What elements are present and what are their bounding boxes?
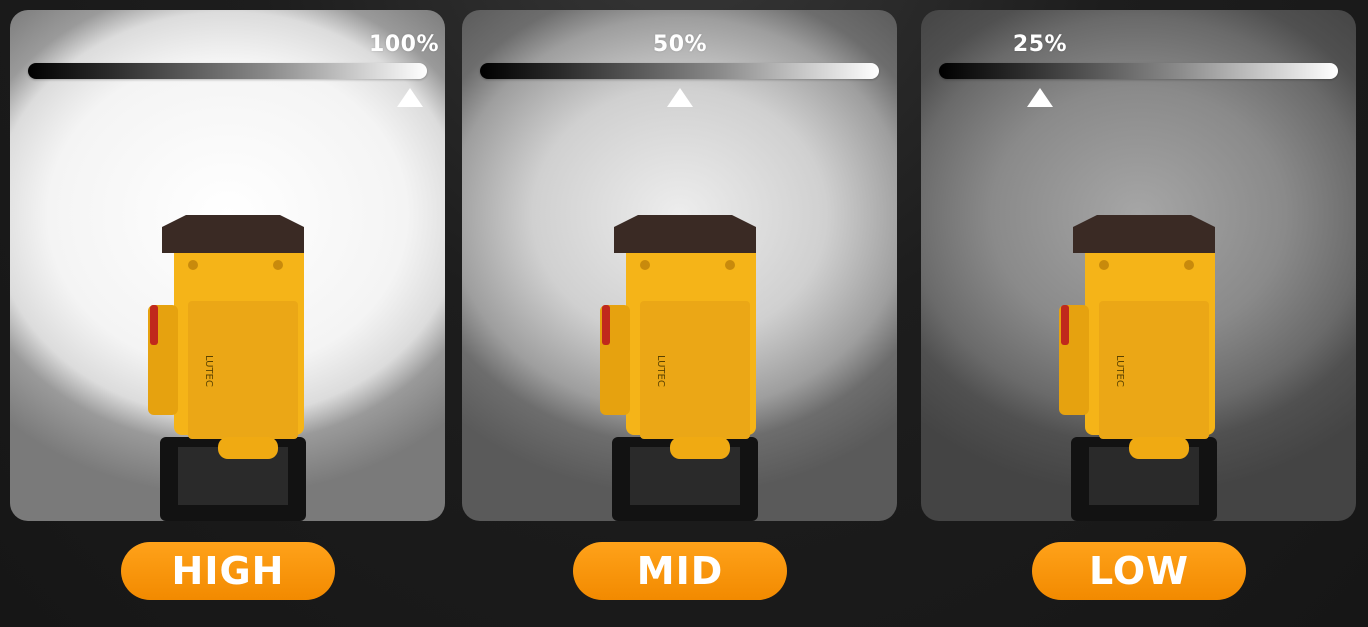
brightness-marker-icon [1027, 88, 1053, 107]
lamp-brand: LUTEC [655, 355, 666, 387]
panel-mid: 50% LUTEC [462, 10, 897, 521]
brightness-percent: 100% [369, 32, 439, 57]
brightness-percent: 50% [652, 32, 708, 57]
panel-low: 25% LUTEC [921, 10, 1356, 521]
brightness-bar [28, 63, 427, 79]
work-lamp-image: LUTEC [148, 215, 306, 521]
mode-pill-mid: MID [573, 542, 787, 600]
mode-pill-low: LOW [1032, 542, 1246, 600]
lamp-brand: LUTEC [203, 355, 214, 387]
lamp-brand: LUTEC [1114, 355, 1125, 387]
brightness-percent: 25% [1012, 32, 1068, 57]
work-lamp-image: LUTEC [600, 215, 758, 521]
mode-pill-high: HIGH [121, 542, 335, 600]
brightness-bar [480, 63, 879, 79]
brightness-marker-icon [397, 88, 423, 107]
panel-high: 100% LUTEC [10, 10, 445, 521]
brightness-marker-icon [667, 88, 693, 107]
work-lamp-image: LUTEC [1059, 215, 1217, 521]
brightness-bar [939, 63, 1338, 79]
